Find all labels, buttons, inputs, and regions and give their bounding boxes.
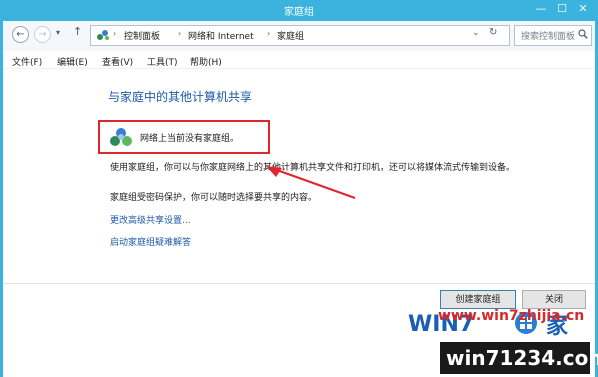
breadcrumb-separator: › <box>267 29 271 38</box>
menu-edit[interactable]: 编辑(E) <box>57 55 88 68</box>
menu-bar <box>3 52 595 69</box>
breadcrumb-homegroup[interactable]: 家庭组 <box>277 29 304 42</box>
troubleshooter-link[interactable]: 启动家庭组疑难解答 <box>110 235 191 248</box>
back-button[interactable]: ← <box>12 26 29 43</box>
watermark-url: www.win7zhijia.cn <box>438 308 585 324</box>
menu-view[interactable]: 查看(V) <box>102 55 133 68</box>
menu-help[interactable]: 帮助(H) <box>190 55 222 68</box>
search-placeholder: 搜索控制面板 <box>521 32 576 42</box>
forward-button[interactable]: → <box>34 26 51 43</box>
page-heading: 与家庭中的其他计算机共享 <box>108 90 253 104</box>
homegroup-status-text: 网络上当前没有家庭组。 <box>140 134 240 144</box>
address-dropdown-icon[interactable]: ⌄ <box>472 28 480 38</box>
recent-locations-dropdown[interactable]: ▾ <box>56 28 60 37</box>
search-icon[interactable] <box>578 29 588 39</box>
minimize-button[interactable]: — <box>531 2 551 18</box>
annotation-arrow-icon <box>266 166 356 199</box>
maximize-button[interactable]: ☐ <box>552 2 572 18</box>
menu-tools[interactable]: 工具(T) <box>147 55 178 68</box>
homegroup-icon <box>110 128 132 146</box>
control-panel-icon <box>97 30 109 40</box>
breadcrumb-separator: › <box>113 29 117 38</box>
breadcrumb-network-internet[interactable]: 网络和 Internet <box>188 29 254 42</box>
window-title: 家庭组 <box>284 7 314 18</box>
close-window-button[interactable]: ✕ <box>573 2 593 18</box>
up-button[interactable]: ↑ <box>73 25 82 38</box>
breadcrumb-control-panel[interactable]: 控制面板 <box>124 29 160 42</box>
refresh-icon[interactable]: ↻ <box>489 27 497 38</box>
watermark-site: win71234.com <box>440 342 598 374</box>
footer-divider <box>3 283 595 284</box>
menu-file[interactable]: 文件(F) <box>12 55 42 68</box>
breadcrumb-separator: › <box>178 29 182 38</box>
advanced-sharing-link[interactable]: 更改高级共享设置... <box>110 213 191 226</box>
